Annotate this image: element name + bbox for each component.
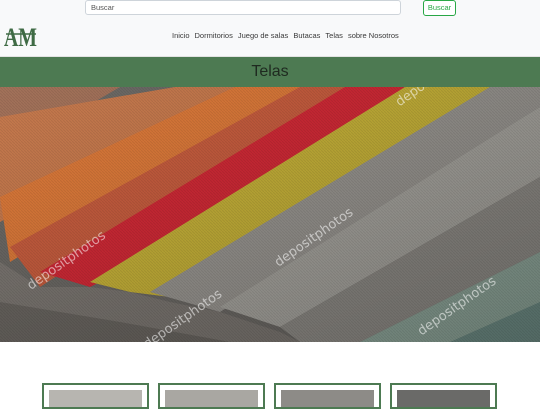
product-thumbnail	[49, 390, 142, 407]
search-button[interactable]: Buscar	[423, 0, 456, 16]
page-title: Telas	[251, 63, 289, 80]
product-thumbnail	[397, 390, 490, 407]
product-thumbnail	[165, 390, 258, 407]
search-input[interactable]	[85, 0, 401, 15]
product-card[interactable]	[42, 383, 149, 409]
page-title-band: Telas	[0, 57, 540, 87]
nav-item-butacas[interactable]: Butacas	[293, 31, 320, 40]
product-card[interactable]	[158, 383, 265, 409]
main-nav: Inicio Dormitorios Juego de salas Butaca…	[172, 31, 399, 40]
nav-item-dormitorios[interactable]: Dormitorios	[195, 31, 233, 40]
product-cards	[0, 383, 540, 409]
product-card[interactable]	[274, 383, 381, 409]
nav-item-telas[interactable]: Telas	[325, 31, 343, 40]
logo[interactable]: AM	[4, 20, 38, 52]
fabric-swatches-image: depositphotos depositphotos depositphoto…	[0, 87, 540, 342]
hero-image: depositphotos depositphotos depositphoto…	[0, 87, 540, 342]
nav-item-inicio[interactable]: Inicio	[172, 31, 190, 40]
logo-text: AM	[4, 23, 37, 50]
nav-item-sobre-nosotros[interactable]: sobre Nosotros	[348, 31, 399, 40]
logo-icon: AM	[4, 23, 37, 52]
product-thumbnail	[281, 390, 374, 407]
header: Buscar AM Inicio Dormitorios Juego de sa…	[0, 0, 540, 57]
product-card[interactable]	[390, 383, 497, 409]
nav-item-juego-de-salas[interactable]: Juego de salas	[238, 31, 288, 40]
